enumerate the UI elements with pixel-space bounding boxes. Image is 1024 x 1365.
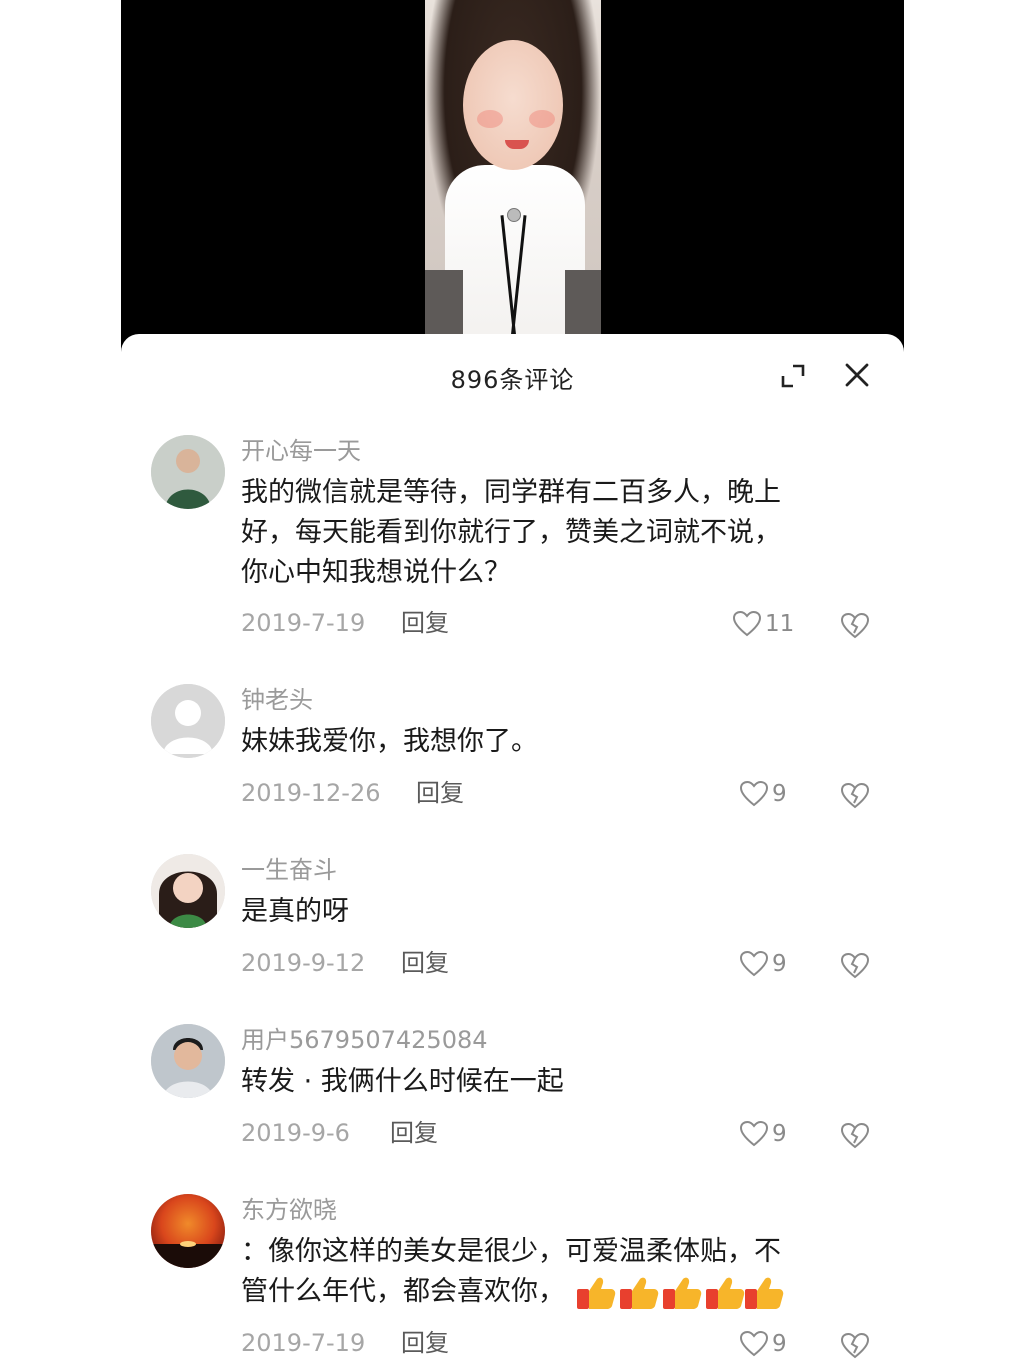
- comment-item: 开心每一天 我的微信就是等待，同学群有二百多人，晚上 好，每天能看到你就行了，赞…: [121, 435, 904, 655]
- comment-username[interactable]: 钟老头: [241, 684, 851, 716]
- default-avatar-icon: [151, 684, 225, 758]
- video-figure-brooch: [507, 208, 521, 222]
- comment-username[interactable]: 一生奋斗: [241, 854, 851, 886]
- video-figure-vest: [565, 270, 601, 340]
- reply-button[interactable]: 回复: [416, 776, 464, 810]
- comment-text-line: 你心中知我想说什么？: [241, 557, 511, 588]
- thumbs-up-icon: [577, 1277, 784, 1309]
- sunset-avatar-icon: [151, 1194, 225, 1268]
- like-button[interactable]: 9: [740, 1327, 787, 1361]
- broken-heart-icon[interactable]: [840, 1330, 870, 1360]
- like-count: 11: [765, 611, 795, 637]
- like-count: 9: [772, 951, 787, 977]
- avatar[interactable]: [151, 684, 225, 758]
- comment-username[interactable]: 用户5679507425084: [241, 1024, 851, 1056]
- comment-text: 转发 · 我俩什么时候在一起: [241, 1062, 851, 1102]
- comment-text-line: 好，每天能看到你就行了，赞美之词就不说，: [241, 517, 781, 548]
- like-button[interactable]: 9: [740, 777, 787, 811]
- thumbs-up-icon: [706, 1277, 745, 1309]
- comments-header: 896条评论: [121, 334, 904, 418]
- reply-button[interactable]: 回复: [401, 606, 449, 640]
- comment-text-line: 管什么年代，都会喜欢你，: [241, 1276, 565, 1307]
- comment-body: 东方欲晓 ：像你这样的美女是很少，可爱温柔体贴，不 管什么年代，都会喜欢你，: [241, 1194, 851, 1312]
- comment-text-line: 我的微信就是等待，同学群有二百多人，晚上: [241, 477, 781, 508]
- comment-item: 一生奋斗 是真的呀 2019-9-12 回复 9: [121, 854, 904, 994]
- avatar[interactable]: [151, 854, 225, 928]
- thumbs-up-icon: [620, 1277, 659, 1309]
- comment-text: 我的微信就是等待，同学群有二百多人，晚上 好，每天能看到你就行了，赞美之词就不说…: [241, 473, 851, 593]
- comment-date: 2019-7-19: [241, 609, 366, 637]
- video-frame: [425, 0, 601, 340]
- comment-date: 2019-7-19: [241, 1329, 366, 1357]
- heart-icon: [740, 951, 768, 977]
- video-player[interactable]: [121, 0, 904, 360]
- expand-icon[interactable]: [779, 362, 807, 390]
- comment-item: 用户5679507425084 转发 · 我俩什么时候在一起 2019-9-6 …: [121, 1024, 904, 1164]
- comment-date: 2019-12-26: [241, 779, 381, 807]
- heart-icon: [740, 1331, 768, 1357]
- comment-body: 钟老头 妹妹我爱你，我想你了。: [241, 684, 851, 762]
- comment-text-line: ：像你这样的美女是很少，可爱温柔体贴，不: [241, 1236, 781, 1267]
- comment-body: 开心每一天 我的微信就是等待，同学群有二百多人，晚上 好，每天能看到你就行了，赞…: [241, 435, 851, 593]
- comment-text-line: 是真的呀: [241, 896, 349, 927]
- thumbs-up-icon: [663, 1277, 702, 1309]
- broken-heart-icon[interactable]: [840, 780, 870, 810]
- comment-body: 一生奋斗 是真的呀: [241, 854, 851, 932]
- comment-text-line-with-emoji: 管什么年代，都会喜欢你，: [241, 1272, 851, 1312]
- reply-button[interactable]: 回复: [401, 1326, 449, 1360]
- avatar-photo-icon: [151, 435, 225, 509]
- broken-heart-icon[interactable]: [840, 950, 870, 980]
- comment-item: 东方欲晓 ：像你这样的美女是很少，可爱温柔体贴，不 管什么年代，都会喜欢你， 2…: [121, 1194, 904, 1365]
- video-figure-vest: [425, 270, 463, 340]
- video-figure-cheek: [477, 110, 503, 128]
- close-icon[interactable]: [842, 360, 872, 390]
- comment-item: 钟老头 妹妹我爱你，我想你了。 2019-12-26 回复 9: [121, 684, 904, 824]
- like-button[interactable]: 9: [740, 1117, 787, 1151]
- avatar-photo-icon: [151, 1024, 225, 1098]
- comment-username[interactable]: 开心每一天: [241, 435, 851, 467]
- comment-text: 是真的呀: [241, 892, 851, 932]
- comment-body: 用户5679507425084 转发 · 我俩什么时候在一起: [241, 1024, 851, 1102]
- avatar[interactable]: [151, 1024, 225, 1098]
- broken-heart-icon[interactable]: [840, 610, 870, 640]
- like-count: 9: [772, 1121, 787, 1147]
- avatar[interactable]: [151, 435, 225, 509]
- comments-sheet: 896条评论 开心每一天 我的微信就是等待，同学群有二百多人，晚上 好，每天能看…: [121, 334, 904, 1365]
- comment-text-line: 转发 · 我俩什么时候在一起: [241, 1066, 564, 1097]
- comment-username[interactable]: 东方欲晓: [241, 1194, 851, 1226]
- heart-icon: [740, 781, 768, 807]
- avatar-photo-icon: [151, 854, 225, 928]
- heart-icon: [740, 1121, 768, 1147]
- avatar[interactable]: [151, 1194, 225, 1268]
- thumbs-up-icon: [577, 1277, 616, 1309]
- like-button[interactable]: 11: [733, 607, 794, 641]
- reply-button[interactable]: 回复: [390, 1116, 438, 1150]
- video-figure-face: [463, 40, 563, 170]
- video-figure-cheek: [529, 110, 555, 128]
- comment-text: 妹妹我爱你，我想你了。: [241, 722, 851, 762]
- thumbs-up-icon: [745, 1277, 784, 1309]
- comment-date: 2019-9-12: [241, 949, 366, 977]
- comment-text: ：像你这样的美女是很少，可爱温柔体贴，不 管什么年代，都会喜欢你，: [241, 1232, 851, 1312]
- broken-heart-icon[interactable]: [840, 1120, 870, 1150]
- reply-button[interactable]: 回复: [401, 946, 449, 980]
- comment-text-line: 妹妹我爱你，我想你了。: [241, 726, 538, 757]
- comment-date: 2019-9-6: [241, 1119, 350, 1147]
- like-button[interactable]: 9: [740, 947, 787, 981]
- like-count: 9: [772, 1331, 787, 1357]
- like-count: 9: [772, 781, 787, 807]
- heart-icon: [733, 611, 761, 637]
